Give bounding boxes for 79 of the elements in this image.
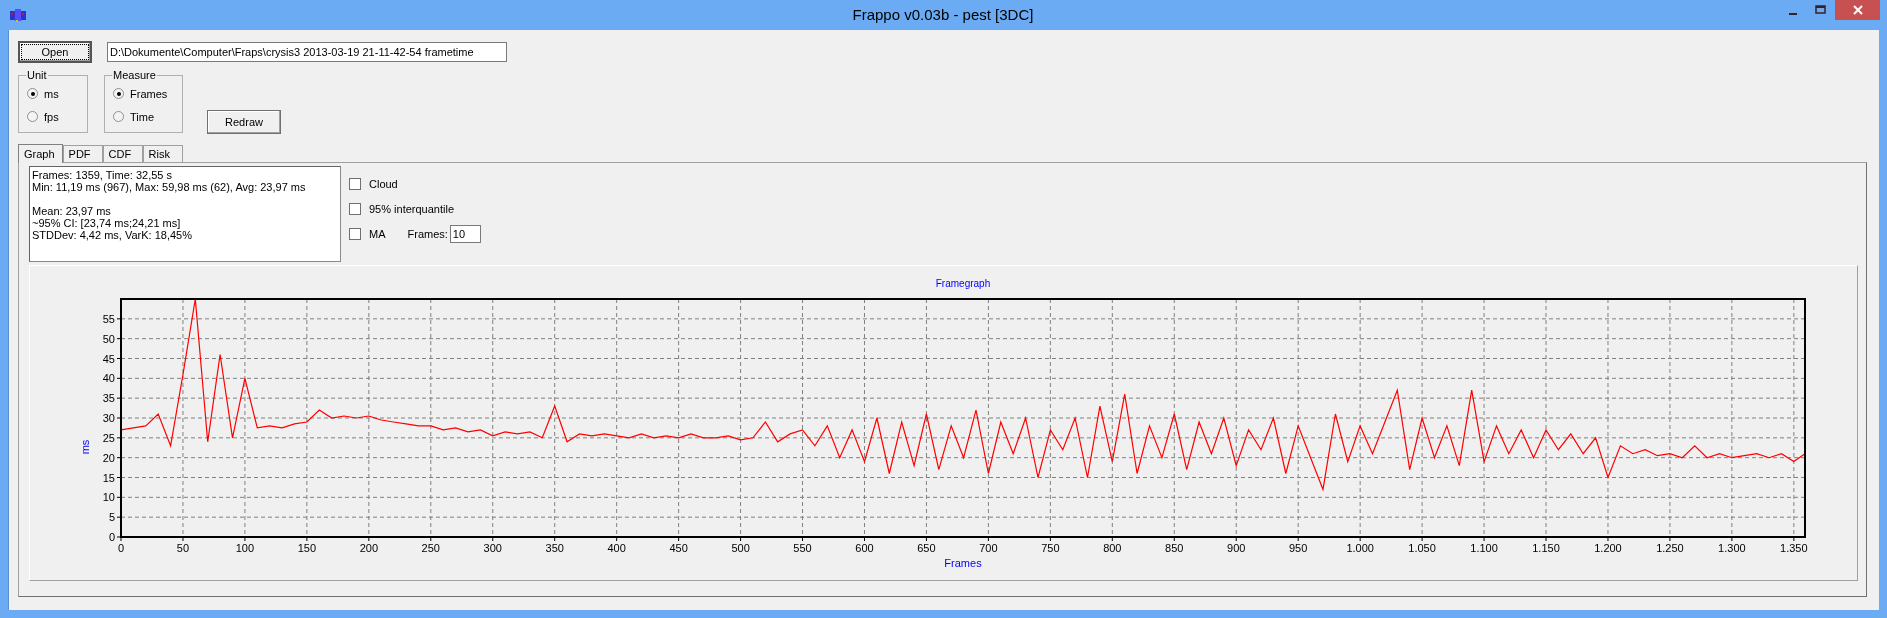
- x-tick-label: 750: [1041, 542, 1060, 554]
- tab[interactable]: Risk: [142, 145, 183, 162]
- y-axis-label: ms: [79, 439, 91, 455]
- x-tick-label: 700: [979, 542, 998, 554]
- x-tick-label: 1.300: [1718, 542, 1746, 554]
- x-tick-label: 50: [176, 542, 190, 554]
- y-tick-label: 25: [102, 431, 115, 444]
- checkbox[interactable]: [349, 228, 361, 240]
- x-tick-label: 800: [1103, 542, 1122, 554]
- y-tick-label: 45: [102, 352, 115, 365]
- close-icon: [1852, 5, 1863, 15]
- y-tick-label: 5: [108, 511, 115, 524]
- y-tick-label: 10: [102, 491, 115, 504]
- y-tick-label: 50: [102, 332, 115, 345]
- maximize-icon: [1815, 5, 1827, 15]
- frames-label: Frames:: [407, 228, 448, 240]
- frames-field[interactable]: 10: [449, 225, 481, 243]
- x-tick-label: 1.150: [1532, 542, 1560, 554]
- x-tick-label: 400: [607, 542, 626, 554]
- radio-label: Frames: [130, 87, 168, 100]
- x-tick-label: 450: [669, 542, 688, 554]
- x-tick-label: 300: [483, 542, 502, 554]
- radio-label: Time: [130, 110, 155, 123]
- group-label: Unit: [26, 69, 48, 81]
- checkbox-label: Cloud: [369, 178, 398, 190]
- x-tick-label: 100: [235, 542, 255, 554]
- tab[interactable]: CDF: [102, 145, 143, 162]
- radio-button[interactable]: [27, 111, 38, 122]
- tab[interactable]: PDF: [62, 145, 103, 162]
- minimize-icon: [1789, 12, 1797, 15]
- app-icon: [10, 8, 26, 22]
- x-tick-label: 150: [297, 542, 317, 554]
- x-tick-label: 500: [731, 542, 750, 554]
- x-tick-label: 1.100: [1470, 542, 1498, 554]
- x-tick-label: 550: [793, 542, 812, 554]
- x-tick-label: 600: [855, 542, 874, 554]
- window-title: Frappo v0.03b - pest [3DC]: [851, 6, 1035, 23]
- close-button[interactable]: [1835, 0, 1880, 20]
- y-tick-label: 30: [102, 412, 115, 424]
- radio-label: fps: [44, 110, 59, 123]
- x-tick-label: 1.250: [1656, 542, 1684, 554]
- x-tick-label: 850: [1165, 542, 1184, 554]
- x-tick-label: 200: [359, 542, 378, 554]
- checkbox-label: MA: [369, 228, 386, 240]
- checkbox[interactable]: [349, 203, 361, 215]
- y-tick-label: 15: [102, 471, 115, 484]
- radio-button[interactable]: [113, 88, 124, 99]
- y-tick-label: 55: [102, 312, 115, 325]
- x-tick-label: 1.050: [1408, 542, 1436, 554]
- checkbox-label: 95% interquantile: [369, 203, 454, 215]
- stats-line: ~95% CI: [23,74 ms;24,21 ms]: [32, 217, 182, 229]
- tab[interactable]: Graph: [18, 144, 63, 163]
- y-tick-label: 0: [108, 531, 115, 543]
- stats-line: Frames: 1359, Time: 32,55 s: [32, 169, 173, 181]
- y-tick-label: 35: [102, 392, 115, 405]
- x-axis-label: Frames: [944, 557, 982, 569]
- x-tick-label: 1.200: [1594, 542, 1622, 554]
- stats-line: Min: 11,19 ms (967), Max: 59,98 ms (62), Avg: 23,97 ms: [32, 181, 307, 193]
- x-tick-label: 0: [117, 542, 125, 554]
- chart-title: Framegraph: [935, 278, 991, 289]
- x-tick-label: 1.350: [1780, 542, 1808, 554]
- file-path-field[interactable]: D:\Dokumente\Computer\Fraps\crysis3 2013-03-19 21-11-42-54 frametime: [107, 42, 507, 62]
- radio-button[interactable]: [113, 111, 124, 122]
- x-tick-label: 900: [1227, 542, 1246, 554]
- open-button[interactable]: Open: [18, 41, 92, 63]
- x-tick-label: 350: [545, 542, 564, 554]
- x-tick-label: 950: [1289, 542, 1308, 554]
- group-label: Measure: [112, 69, 157, 81]
- checkbox[interactable]: [349, 178, 361, 190]
- y-tick-label: 20: [102, 451, 115, 464]
- x-tick-label: 250: [421, 542, 440, 554]
- x-tick-label: 650: [917, 542, 936, 554]
- x-tick-label: 1.000: [1346, 542, 1374, 554]
- y-tick-label: 40: [102, 372, 115, 385]
- radio-label: ms: [44, 87, 59, 100]
- stats-line: STDDev: 4,42 ms, VarK: 18,45%: [32, 229, 193, 241]
- radio-button[interactable]: [27, 88, 38, 99]
- stats-line: Mean: 23,97 ms: [32, 205, 112, 217]
- redraw-button[interactable]: Redraw: [207, 110, 281, 134]
